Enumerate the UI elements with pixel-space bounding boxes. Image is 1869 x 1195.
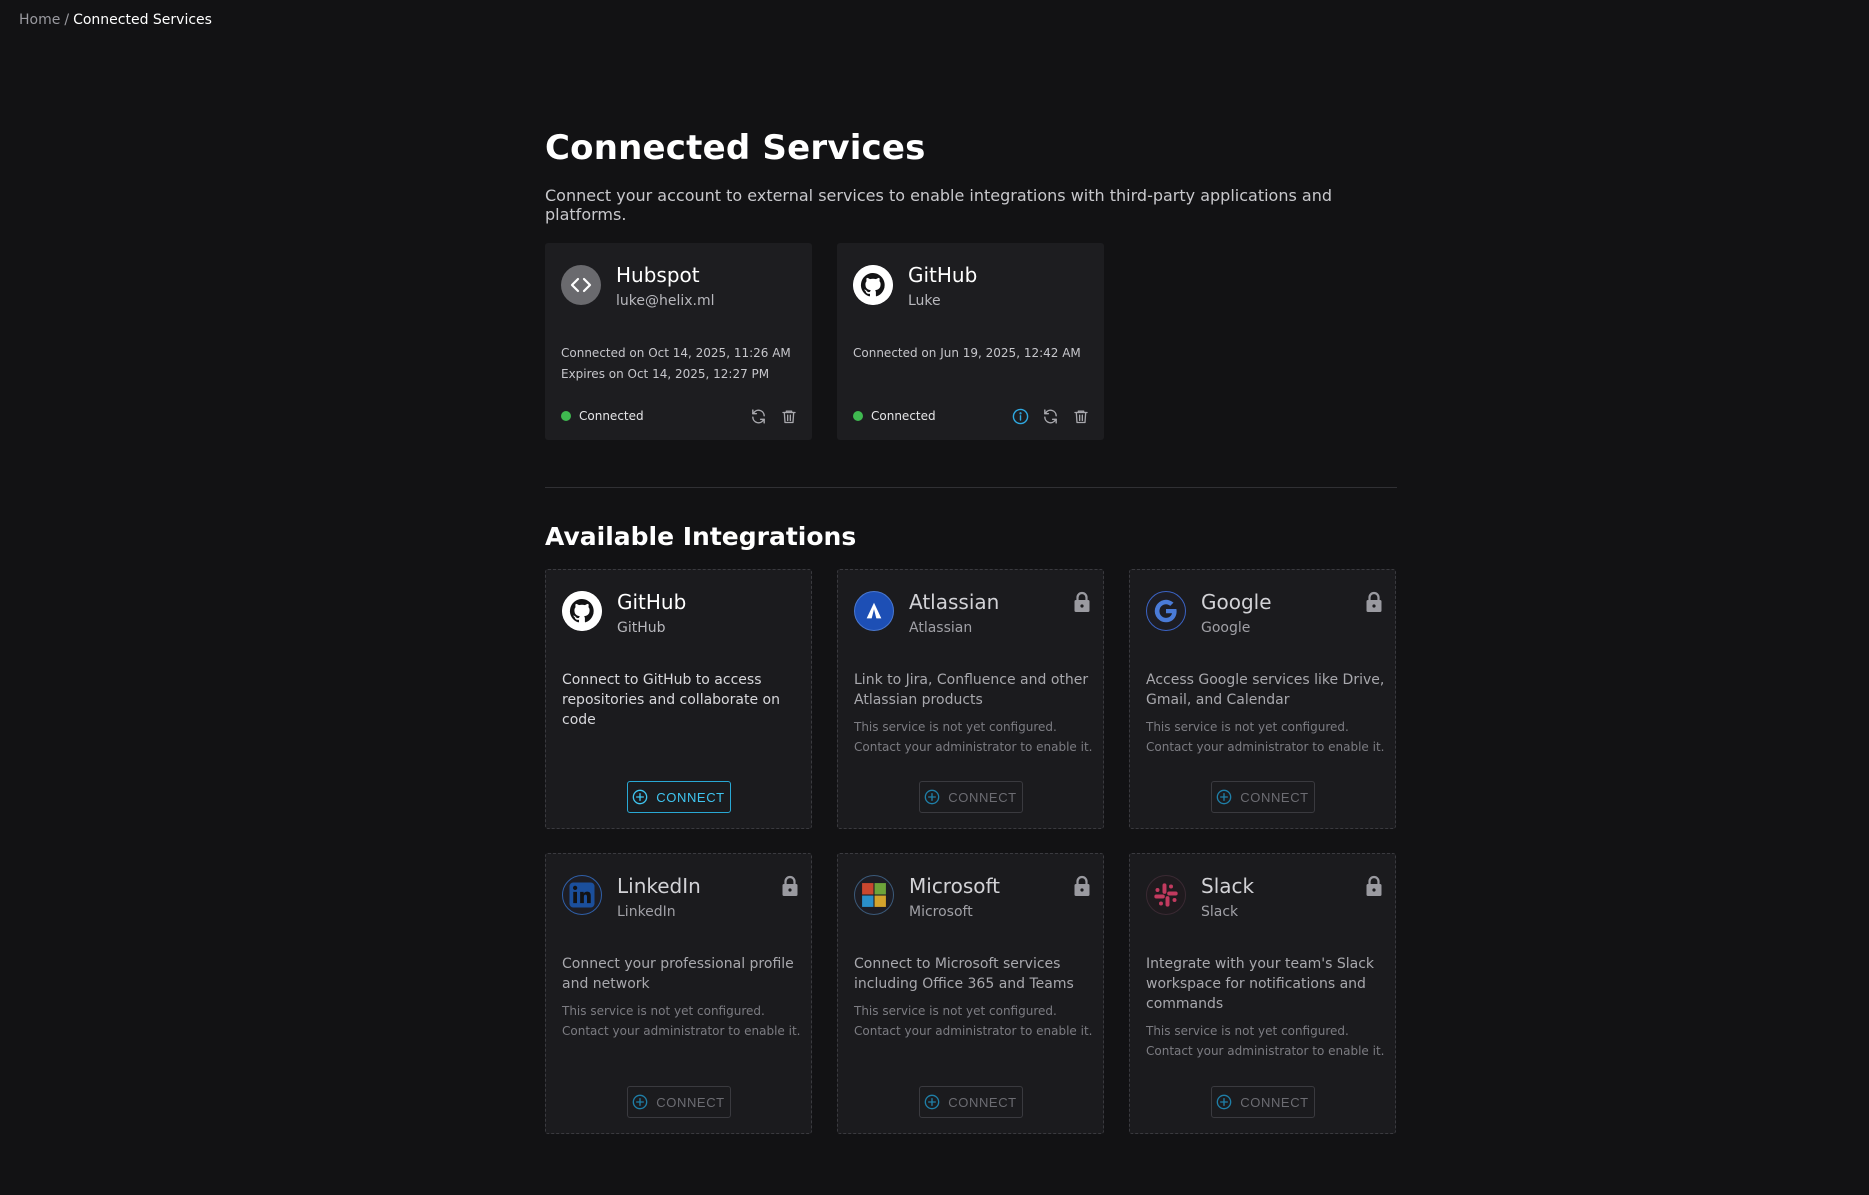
integration-description: Connect your professional profile and ne… [562, 956, 794, 992]
integration-name: LinkedIn [617, 874, 701, 898]
refresh-button[interactable] [1041, 407, 1060, 426]
connect-button-microsoft[interactable]: CONNECT [918, 1086, 1023, 1118]
refresh-icon [1044, 409, 1057, 424]
lock-icon [1074, 591, 1090, 612]
service-name: Hubspot [616, 263, 700, 287]
integration-name: Microsoft [909, 874, 1001, 898]
info-button[interactable] [1011, 407, 1030, 426]
service-name: GitHub [908, 263, 978, 287]
trash-icon [781, 410, 796, 424]
section-title-available: Available Integrations [545, 522, 857, 551]
plus-circle-icon [632, 1094, 648, 1110]
connected-card-github: GitHub Luke Connected on Jun 19, 2025, 1… [837, 243, 1104, 440]
integration-name: Slack [1201, 874, 1255, 898]
integration-card-slack: Slack Slack Integrate with your team's S… [1129, 853, 1396, 1134]
not-configured-note: This service is not yet configured. Cont… [1146, 1024, 1385, 1058]
plus-circle-icon [632, 789, 648, 805]
expires-on-text: Expires on Oct 14, 2025, 12:27 PM [561, 367, 770, 381]
connect-label: CONNECT [1240, 1094, 1309, 1110]
github-icon [853, 265, 893, 305]
page-title: Connected Services [545, 128, 926, 168]
connected-card-hubspot: Hubspot luke@helix.ml Connected on Oct 1… [545, 243, 812, 440]
integration-name: GitHub [617, 590, 687, 614]
service-account: luke@helix.ml [616, 293, 715, 309]
integration-name: Atlassian [909, 590, 1000, 614]
integration-description: Connect to GitHub to access repositories… [562, 672, 780, 728]
github-icon [562, 591, 602, 631]
integration-description: Connect to Microsoft services including … [854, 956, 1074, 992]
lock-icon [1366, 875, 1382, 896]
integration-card-github: GitHub GitHub Connect to GitHub to acces… [545, 569, 812, 829]
integration-provider: Slack [1201, 904, 1239, 920]
linkedin-icon [562, 875, 602, 915]
connect-label: CONNECT [1240, 789, 1309, 805]
connected-services-list: Hubspot luke@helix.ml Connected on Oct 1… [545, 243, 1104, 440]
plus-circle-icon [924, 789, 940, 805]
refresh-icon [752, 409, 765, 424]
connect-button-slack[interactable]: CONNECT [1210, 1086, 1315, 1118]
integration-provider: Google [1201, 620, 1251, 636]
not-configured-note: This service is not yet configured. Cont… [854, 1004, 1093, 1038]
integration-provider: GitHub [617, 620, 666, 636]
code-brackets-icon [561, 265, 601, 305]
page-subtitle: Connect your account to external service… [545, 186, 1332, 224]
integration-card-atlassian: Atlassian Atlassian Link to Jira, Conflu… [837, 569, 1104, 829]
lock-icon [782, 875, 798, 896]
integration-card-linkedin: LinkedIn LinkedIn Connect your professio… [545, 853, 812, 1134]
connect-label: CONNECT [948, 789, 1017, 805]
slack-icon [1146, 875, 1186, 915]
connect-label: CONNECT [656, 789, 725, 805]
delete-button[interactable] [779, 407, 798, 426]
status-badge: Connected [561, 409, 644, 423]
connected-on-text: Connected on Oct 14, 2025, 11:26 AM [561, 346, 791, 360]
section-divider [545, 487, 1397, 488]
atlassian-icon [854, 591, 894, 631]
info-icon [1012, 408, 1029, 425]
integration-provider: Atlassian [909, 620, 973, 636]
card-actions [749, 407, 798, 426]
delete-button[interactable] [1071, 407, 1090, 426]
integration-card-google: Google Google Access Google services lik… [1129, 569, 1396, 829]
lock-icon [1366, 591, 1382, 612]
integration-provider: LinkedIn [617, 904, 676, 920]
connect-button-atlassian[interactable]: CONNECT [918, 781, 1023, 813]
breadcrumb-separator: / [64, 12, 70, 28]
connected-on-text: Connected on Jun 19, 2025, 12:42 AM [853, 346, 1081, 360]
connection-info: Connected on Jun 19, 2025, 12:42 AM [853, 343, 1081, 364]
connection-info: Connected on Oct 14, 2025, 11:26 AM Expi… [561, 343, 791, 385]
main-content: Connected Services Connect your account … [545, 128, 1397, 1134]
integration-description: Integrate with your team's Slack workspa… [1146, 956, 1375, 1012]
service-account: Luke [908, 293, 941, 309]
integration-description: Link to Jira, Confluence and other Atlas… [854, 672, 1089, 708]
connect-button-google[interactable]: CONNECT [1210, 781, 1315, 813]
trash-icon [1073, 410, 1088, 424]
breadcrumb-home-link[interactable]: Home [19, 12, 60, 28]
not-configured-note: This service is not yet configured. Cont… [854, 720, 1093, 754]
plus-circle-icon [924, 1094, 940, 1110]
status-dot [561, 411, 571, 421]
status-dot [853, 411, 863, 421]
integration-description: Access Google services like Drive, Gmail… [1146, 672, 1385, 708]
breadcrumb-current: Connected Services [73, 12, 212, 28]
connect-label: CONNECT [656, 1094, 725, 1110]
status-badge: Connected [853, 409, 936, 423]
not-configured-note: This service is not yet configured. Cont… [1146, 720, 1385, 754]
integration-name: Google [1201, 590, 1272, 614]
connect-button-github[interactable]: CONNECT [626, 781, 731, 813]
status-label: Connected [579, 409, 644, 423]
microsoft-icon [854, 875, 894, 915]
status-label: Connected [871, 409, 936, 423]
google-icon [1146, 591, 1186, 631]
integration-provider: Microsoft [909, 904, 973, 920]
card-actions [1011, 407, 1090, 426]
plus-circle-icon [1216, 789, 1232, 805]
integration-card-microsoft: Microsoft Microsoft Connect to Microsoft… [837, 853, 1104, 1134]
breadcrumb: Home / Connected Services [19, 12, 212, 28]
refresh-button[interactable] [749, 407, 768, 426]
lock-icon [1074, 875, 1090, 896]
connect-button-linkedin[interactable]: CONNECT [626, 1086, 731, 1118]
plus-circle-icon [1216, 1094, 1232, 1110]
not-configured-note: This service is not yet configured. Cont… [562, 1004, 801, 1038]
connect-label: CONNECT [948, 1094, 1017, 1110]
